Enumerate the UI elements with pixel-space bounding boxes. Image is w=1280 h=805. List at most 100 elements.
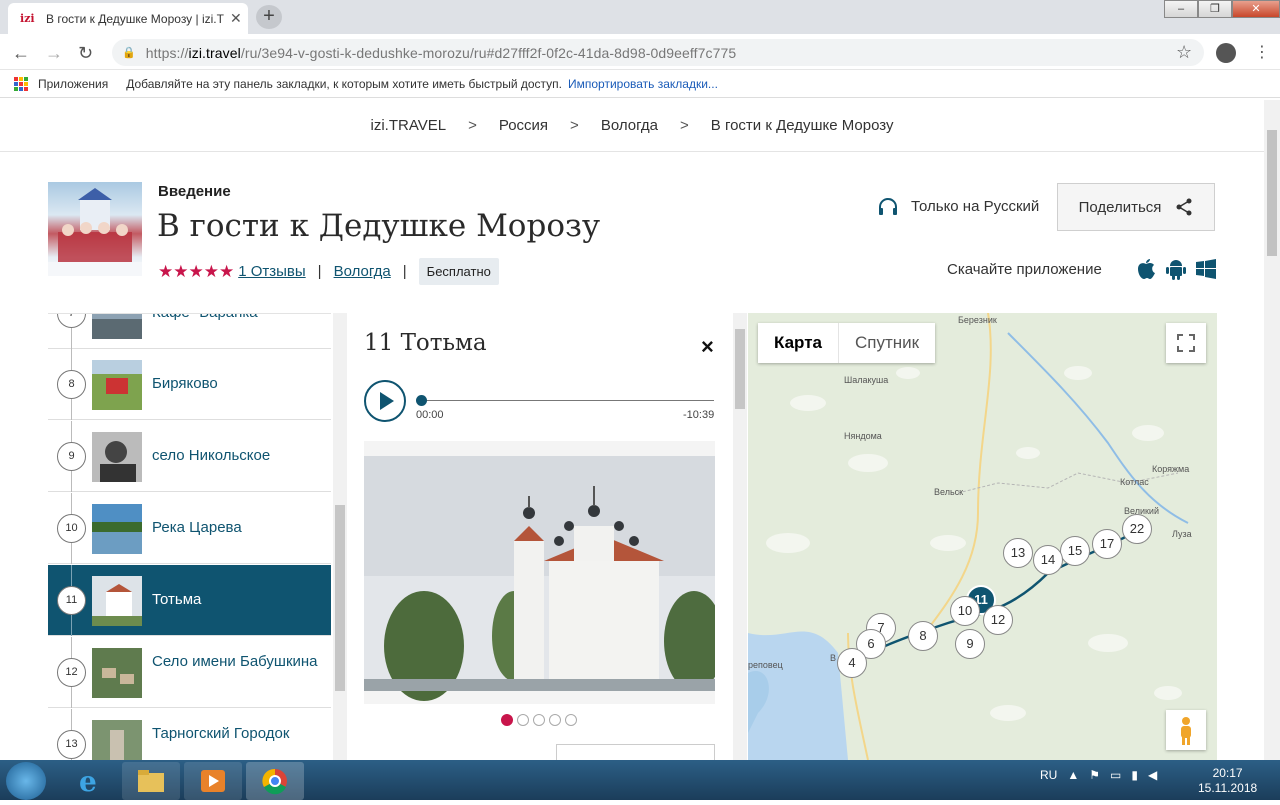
tray-expand-icon[interactable]: ▲ <box>1067 768 1079 782</box>
taskbar-clock[interactable]: 20:17 15.11.2018 <box>1198 766 1257 796</box>
gallery-dot[interactable] <box>517 714 529 726</box>
lock-icon: 🔒 <box>122 47 136 59</box>
street-view-pegman-icon[interactable] <box>1166 710 1206 750</box>
map-marker[interactable]: 4 <box>837 648 867 678</box>
breadcrumb-item[interactable]: Россия <box>499 117 548 134</box>
stop-title: 11 Тотьма <box>364 330 487 356</box>
page-scrollbar[interactable] <box>1264 100 1280 760</box>
stop-thumbnail <box>92 504 142 554</box>
start-button[interactable] <box>6 762 46 800</box>
bookmarks-hint: Добавляйте на эту панель закладки, к кот… <box>126 76 562 91</box>
import-bookmarks-link[interactable]: Импортировать закладки... <box>568 77 718 91</box>
stop-item[interactable]: 13 Тарногский Городок <box>48 709 331 760</box>
stop-thumbnail <box>92 576 142 626</box>
map-town-label: Березник <box>958 315 997 325</box>
map-marker[interactable]: 14 <box>1033 545 1063 575</box>
stop-item[interactable]: 12 Село имени Бабушкина <box>48 637 331 708</box>
svg-text:e: e <box>79 765 97 798</box>
map-tab-map[interactable]: Карта <box>758 323 839 363</box>
reviews-link[interactable]: 1 Отзывы <box>238 263 305 280</box>
keyboard-language[interactable]: RU <box>1040 768 1057 782</box>
volume-icon[interactable]: ◀ <box>1148 768 1157 782</box>
gallery-dot[interactable] <box>549 714 561 726</box>
map-marker[interactable]: 12 <box>983 605 1013 635</box>
map-marker[interactable]: 10 <box>950 596 980 626</box>
map-marker[interactable]: 8 <box>908 621 938 651</box>
forward-icon[interactable]: → <box>45 43 63 64</box>
address-bar[interactable]: 🔒 https://izi.travel/ru/3e94-v-gosti-k-d… <box>112 39 1204 66</box>
audio-progress-handle[interactable] <box>416 395 427 406</box>
back-icon[interactable]: ← <box>12 43 30 64</box>
favicon: izi <box>20 12 35 25</box>
network-icon[interactable]: ▮ <box>1131 768 1138 782</box>
media-player-icon[interactable] <box>184 762 242 800</box>
apple-icon[interactable] <box>1135 258 1157 280</box>
fullscreen-icon[interactable] <box>1166 323 1206 363</box>
breadcrumb-item[interactable]: izi.TRAVEL <box>371 117 447 134</box>
stop-item[interactable]: 8 Биряково <box>48 349 331 420</box>
browser-tab[interactable]: izi В гости к Дедушке Морозу | izi.T ✕ <box>8 3 248 34</box>
panel-scrollbar[interactable] <box>733 313 747 760</box>
map[interactable]: Березник Шалакуша Няндома Вельск Котлас … <box>748 313 1217 760</box>
stop-number: 13 <box>57 730 86 759</box>
new-tab-button[interactable]: + <box>256 5 282 29</box>
stop-number: 8 <box>57 370 86 399</box>
action-center-flag-icon[interactable]: ⚑ <box>1089 768 1100 782</box>
stop-thumbnail <box>92 720 142 760</box>
map-tab-satellite[interactable]: Спутник <box>839 323 935 363</box>
map-marker[interactable]: 22 <box>1122 514 1152 544</box>
map-town-label: Котлас <box>1120 477 1149 487</box>
stop-item[interactable]: 10 Река Царева <box>48 493 331 564</box>
stop-item[interactable]: 7 Кафе "Баранка" <box>48 314 331 349</box>
apps-grid-icon[interactable] <box>14 76 28 91</box>
share-button[interactable]: Поделиться <box>1057 183 1215 231</box>
breadcrumb-item[interactable]: Вологда <box>601 117 658 134</box>
window-controls: – ❐ ✕ <box>1164 0 1280 18</box>
reload-icon[interactable]: ↻ <box>78 43 93 64</box>
map-town-label: Няндома <box>844 431 882 441</box>
play-button[interactable] <box>364 380 406 422</box>
audio-progress-track[interactable] <box>420 400 714 401</box>
clock-date: 15.11.2018 <box>1198 781 1258 795</box>
map-marker[interactable]: 17 <box>1092 529 1122 559</box>
tour-cover-image <box>48 182 142 276</box>
rating-stars: ★★★★★ <box>158 261 235 281</box>
account-icon[interactable] <box>1216 43 1236 63</box>
stop-thumbnail <box>92 432 142 482</box>
bookmark-star-icon[interactable]: ☆ <box>1176 42 1192 63</box>
android-icon[interactable] <box>1165 258 1187 280</box>
gallery-dot[interactable] <box>565 714 577 726</box>
price-badge: Бесплатно <box>418 258 499 285</box>
language-label: Только на Русский <box>911 197 1040 215</box>
breadcrumb-separator: > <box>468 117 477 134</box>
gallery-dot[interactable] <box>533 714 545 726</box>
gallery-dot[interactable] <box>501 714 513 726</box>
file-explorer-icon[interactable] <box>122 762 180 800</box>
battery-icon[interactable]: ▭ <box>1110 768 1121 782</box>
stop-photo[interactable] <box>364 441 724 704</box>
browser-menu-icon[interactable]: ⋮ <box>1254 42 1270 62</box>
city-link[interactable]: Вологда <box>334 263 391 280</box>
stop-name: Село имени Бабушкина <box>152 653 318 670</box>
stops-scrollbar[interactable] <box>333 313 347 760</box>
map-marker[interactable]: 9 <box>955 629 985 659</box>
tour-section-label: Введение <box>158 183 231 200</box>
map-marker[interactable]: 15 <box>1060 536 1090 566</box>
tab-close-icon[interactable]: ✕ <box>230 10 242 27</box>
stop-item-active[interactable]: 11 Тотьма <box>48 565 331 636</box>
close-icon[interactable]: × <box>701 334 714 360</box>
stop-number: 12 <box>57 658 86 687</box>
meta-divider: | <box>402 263 407 280</box>
windows-icon[interactable] <box>1195 258 1217 280</box>
chrome-icon[interactable] <box>246 762 304 800</box>
audio-current-time: 00:00 <box>416 409 444 421</box>
apps-link[interactable]: Приложения <box>38 77 108 91</box>
close-window-button[interactable]: ✕ <box>1232 0 1280 18</box>
language-info: Только на Русский <box>877 197 1039 215</box>
internet-explorer-icon[interactable]: e <box>60 762 118 800</box>
map-marker[interactable]: 13 <box>1003 538 1033 568</box>
maximize-button[interactable]: ❐ <box>1198 0 1232 18</box>
minimize-button[interactable]: – <box>1164 0 1198 18</box>
stop-item[interactable]: 9 село Никольское <box>48 421 331 492</box>
breadcrumb-item: В гости к Дедушке Морозу <box>710 117 894 134</box>
